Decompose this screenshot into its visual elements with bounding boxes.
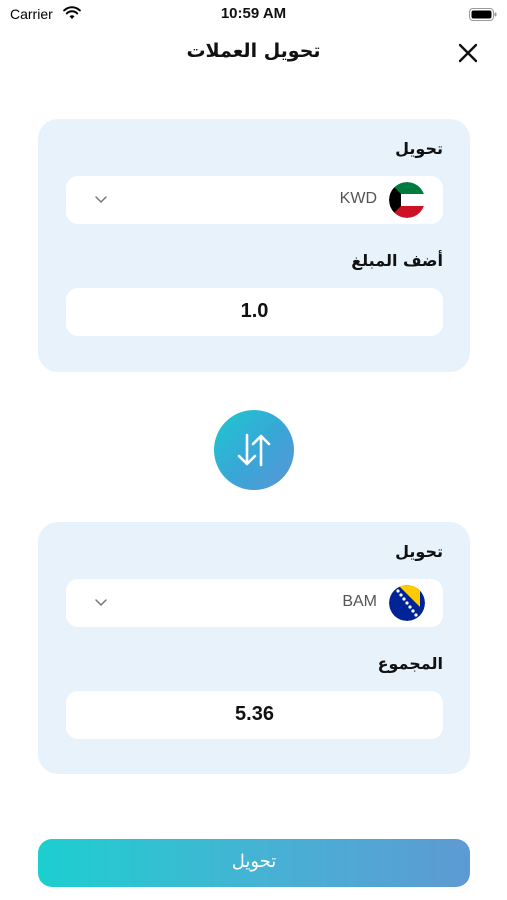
bosnia-flag-icon bbox=[389, 585, 425, 621]
to-currency-card: تحويل BAM المجموع 5.36 bbox=[38, 522, 470, 774]
swap-arrows-icon bbox=[237, 433, 271, 467]
from-label: تحويل bbox=[395, 139, 443, 158]
amount-value[interactable]: 1.0 bbox=[66, 300, 443, 323]
from-currency-card: تحويل KWD أضف المبلغ 1.0 bbox=[38, 119, 470, 372]
convert-button[interactable]: تحويل bbox=[38, 839, 470, 887]
total-label: المجموع bbox=[377, 654, 443, 673]
chevron-down-icon bbox=[95, 599, 107, 607]
page-title: تحويل العملات bbox=[186, 40, 321, 62]
amount-field[interactable]: 1.0 bbox=[66, 288, 443, 336]
battery-icon bbox=[469, 8, 497, 21]
to-label: تحويل bbox=[395, 542, 443, 561]
swap-button[interactable] bbox=[214, 410, 294, 490]
chevron-down-icon bbox=[95, 196, 107, 204]
total-value: 5.36 bbox=[235, 703, 274, 725]
kuwait-flag-icon bbox=[389, 182, 425, 218]
amount-label: أضف المبلغ bbox=[351, 251, 443, 270]
close-icon[interactable] bbox=[456, 41, 480, 65]
from-currency-code: KWD bbox=[339, 190, 377, 207]
status-bar: Carrier 10:59 AM bbox=[0, 0, 507, 30]
convert-button-label: تحويل bbox=[231, 851, 277, 872]
total-field: 5.36 bbox=[66, 691, 443, 739]
status-time: 10:59 AM bbox=[220, 5, 287, 22]
from-currency-selector[interactable]: KWD bbox=[66, 176, 443, 224]
to-currency-selector[interactable]: BAM bbox=[66, 579, 443, 627]
header: تحويل العملات bbox=[0, 36, 507, 70]
to-currency-code: BAM bbox=[342, 593, 377, 610]
